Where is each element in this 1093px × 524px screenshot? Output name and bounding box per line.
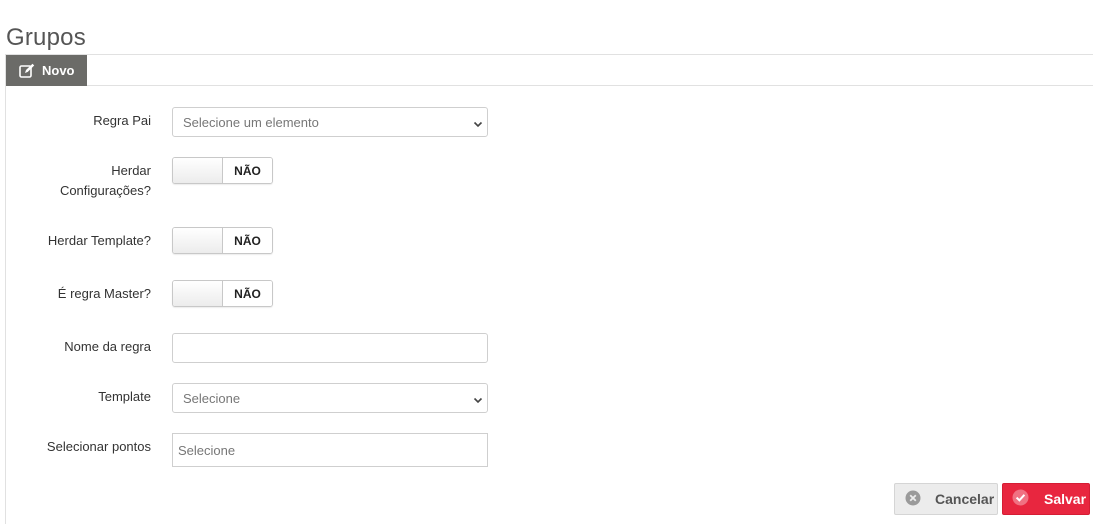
regra-pai-select[interactable]: Selecione um elemento <box>172 107 488 137</box>
save-button-label: Salvar <box>1044 491 1087 507</box>
toggle-state: NÃO <box>223 158 272 183</box>
herdar-template-toggle[interactable]: NÃO <box>172 227 273 254</box>
chevron-down-icon <box>473 117 483 132</box>
tab-novo[interactable]: Novo <box>6 55 87 86</box>
regra-master-label: É regra Master? <box>57 286 151 301</box>
selecionar-pontos-input[interactable]: Selecione <box>172 433 488 467</box>
regra-pai-placeholder: Selecione um elemento <box>183 114 319 130</box>
herdar-configuracoes-label-line1: Herdar <box>111 163 151 178</box>
cancel-button[interactable]: Cancelar <box>894 483 998 515</box>
toggle-knob <box>173 228 223 253</box>
selecionar-pontos-placeholder: Selecione <box>178 442 236 458</box>
herdar-template-label: Herdar Template? <box>47 233 151 248</box>
herdar-configuracoes-toggle[interactable]: NÃO <box>172 157 273 184</box>
chevron-down-icon <box>473 393 483 408</box>
cancel-button-label: Cancelar <box>935 491 995 507</box>
save-button[interactable]: Salvar <box>1002 483 1090 515</box>
template-select[interactable]: Selecione <box>172 383 488 413</box>
check-circle-icon <box>1012 489 1029 509</box>
regra-master-toggle[interactable]: NÃO <box>172 280 273 307</box>
template-placeholder: Selecione <box>183 390 241 406</box>
herdar-configuracoes-label-line2: Configurações? <box>59 183 151 198</box>
tab-novo-label: Novo <box>42 63 75 78</box>
herdar-configuracoes-label: Herdar Configurações? <box>60 161 151 201</box>
nome-regra-label: Nome da regra <box>64 339 151 354</box>
regra-pai-label: Regra Pai <box>93 113 151 128</box>
nome-regra-input[interactable] <box>172 333 488 363</box>
toggle-knob <box>173 281 223 306</box>
toggle-state: NÃO <box>223 228 272 253</box>
selecionar-pontos-label: Selecionar pontos <box>46 439 151 454</box>
tab-bar: Novo <box>6 55 1093 86</box>
page-title: Grupos <box>6 24 86 52</box>
close-circle-icon <box>905 490 921 509</box>
form-panel: Novo Regra Pai Selecione um elemento Her… <box>5 54 1093 524</box>
toggle-state: NÃO <box>223 281 272 306</box>
toggle-knob <box>173 158 223 183</box>
edit-icon <box>19 63 35 78</box>
template-label: Template <box>98 389 151 404</box>
